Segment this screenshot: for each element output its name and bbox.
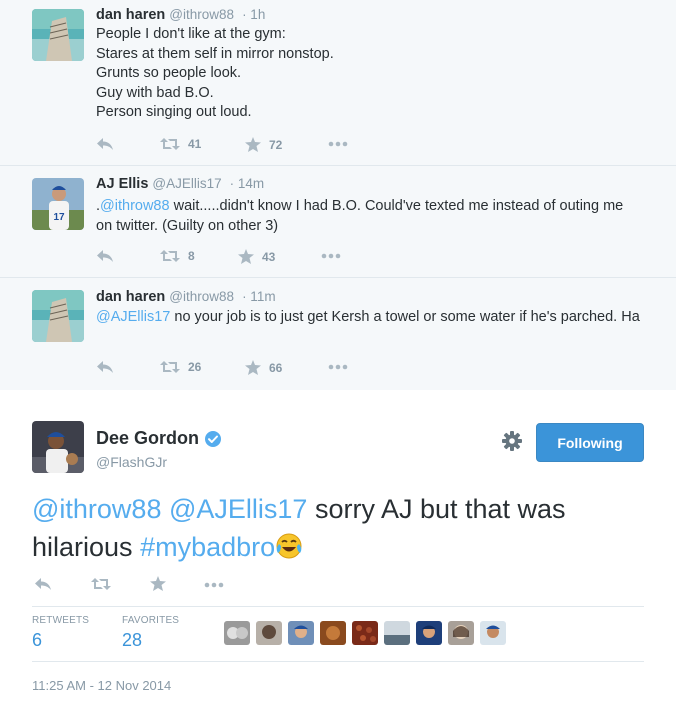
text-body: wait.....didn't know I had B.O. Could've…: [96, 198, 624, 234]
favoriter-avatar[interactable]: [384, 621, 410, 645]
favorite-button[interactable]: [150, 576, 166, 591]
favoriter-avatar[interactable]: [224, 621, 250, 645]
divider: [32, 661, 644, 662]
retweet-count: 41: [188, 137, 202, 151]
tweet-time[interactable]: · 11m: [242, 289, 276, 304]
favoriter-avatar[interactable]: [448, 621, 474, 645]
hashtag-link[interactable]: #mybadbro: [140, 532, 275, 562]
mention-link[interactable]: @AJEllis17: [169, 494, 307, 524]
favoriter-avatar[interactable]: [480, 621, 506, 645]
more-button[interactable]: [321, 253, 341, 259]
author-name[interactable]: dan haren: [96, 7, 165, 23]
favoriter-avatar[interactable]: [288, 621, 314, 645]
author-handle[interactable]: @ithrow88: [169, 289, 234, 304]
mention-link[interactable]: @AJEllis17: [96, 309, 170, 325]
tweet-text: People I don't like at the gym: Stares a…: [96, 26, 334, 120]
conversation-thread: dan haren @ithrow88 · 1h People I don't l…: [0, 0, 676, 390]
retweet-button[interactable]: 26: [160, 360, 201, 374]
gear-icon[interactable]: [501, 430, 523, 452]
author-name[interactable]: Dee Gordon: [96, 428, 199, 449]
mention-link[interactable]: @ithrow88: [32, 494, 161, 524]
tweet-text: @AJEllis17 no your job is to just get Ke…: [96, 308, 641, 328]
tweet-time[interactable]: · 14m: [230, 176, 265, 191]
author-name-row: Dee Gordon: [96, 428, 222, 449]
laughing-tears-emoji: [275, 532, 303, 570]
favoriter-avatars: [224, 621, 506, 645]
mention-link[interactable]: @ithrow88: [100, 198, 170, 214]
favorite-count: 72: [269, 137, 283, 152]
more-button[interactable]: [204, 582, 224, 588]
favorites-stat[interactable]: FAVORITES 28: [122, 615, 179, 651]
more-button[interactable]: [328, 364, 348, 370]
retweet-count: 8: [188, 249, 195, 263]
reply-button[interactable]: [96, 137, 114, 151]
retweet-icon: [91, 578, 111, 590]
author-handle[interactable]: @FlashGJr: [96, 454, 167, 470]
reply-icon: [97, 138, 113, 150]
svg-text:17: 17: [53, 212, 65, 223]
retweets-stat[interactable]: RETWEETS 6: [32, 615, 89, 651]
retweet-count: 26: [188, 360, 202, 374]
tweet-reply-2[interactable]: 17 AJ Ellis @AJEllis17 · 14m .@ithrow88 w…: [0, 166, 676, 277]
reply-icon: [97, 361, 113, 373]
avatar[interactable]: [32, 421, 84, 473]
more-icon: [321, 253, 341, 259]
tweet-time[interactable]: · 1h: [242, 7, 265, 22]
more-icon: [328, 364, 348, 370]
more-button[interactable]: [328, 141, 348, 147]
favorite-button[interactable]: 66: [245, 360, 282, 375]
favoriter-avatar[interactable]: [256, 621, 282, 645]
favoriter-avatar[interactable]: [320, 621, 346, 645]
favorite-icon: [245, 360, 261, 375]
retweet-button[interactable]: 8: [160, 249, 195, 263]
following-button[interactable]: Following: [536, 423, 644, 462]
favorite-count: 43: [262, 249, 276, 264]
favorite-icon: [238, 249, 254, 264]
author-handle[interactable]: @AJEllis17: [152, 176, 221, 191]
retweet-button[interactable]: [91, 577, 111, 591]
reply-button[interactable]: [96, 249, 114, 263]
retweets-label: RETWEETS: [32, 615, 90, 626]
favorites-count: 28: [122, 630, 143, 650]
author-name[interactable]: AJ Ellis: [96, 176, 148, 192]
tweet-reply-3[interactable]: dan haren @ithrow88 · 11m @AJEllis17 no y…: [0, 278, 676, 390]
favorites-label: FAVORITES: [122, 615, 180, 626]
reply-icon: [35, 578, 51, 590]
favorite-button[interactable]: 72: [245, 137, 282, 152]
retweet-icon: [160, 138, 180, 150]
retweet-icon: [160, 250, 180, 262]
main-tweet-text: @ithrow88 @AJEllis17 sorry AJ but that w…: [32, 490, 642, 570]
favorite-button[interactable]: 43: [238, 249, 275, 264]
favorite-icon: [150, 576, 166, 591]
more-icon: [328, 141, 348, 147]
author-name[interactable]: dan haren: [96, 289, 165, 305]
verified-icon: [205, 430, 222, 447]
reply-button[interactable]: [96, 360, 114, 374]
tweet-timestamp[interactable]: 11:25 AM - 12 Nov 2014: [32, 678, 171, 693]
avatar[interactable]: 17: [32, 178, 84, 230]
tweet-reply-1[interactable]: dan haren @ithrow88 · 1h People I don't l…: [0, 0, 676, 165]
text-body: no your job is to just get Kersh a towel…: [170, 309, 640, 325]
more-icon: [204, 582, 224, 588]
reply-button[interactable]: [34, 577, 52, 591]
retweet-button[interactable]: 41: [160, 137, 201, 151]
reply-icon: [97, 250, 113, 262]
avatar[interactable]: [32, 9, 84, 61]
retweet-icon: [160, 361, 180, 373]
retweets-count: 6: [32, 630, 43, 650]
favorite-count: 66: [269, 360, 283, 375]
favoriter-avatar[interactable]: [416, 621, 442, 645]
avatar[interactable]: [32, 290, 84, 342]
author-handle[interactable]: @ithrow88: [169, 7, 234, 22]
favoriter-avatar[interactable]: [352, 621, 378, 645]
divider: [32, 606, 644, 607]
favorite-icon: [245, 137, 261, 152]
tweet-text: .@ithrow88 wait.....didn't know I had B.…: [96, 197, 641, 236]
